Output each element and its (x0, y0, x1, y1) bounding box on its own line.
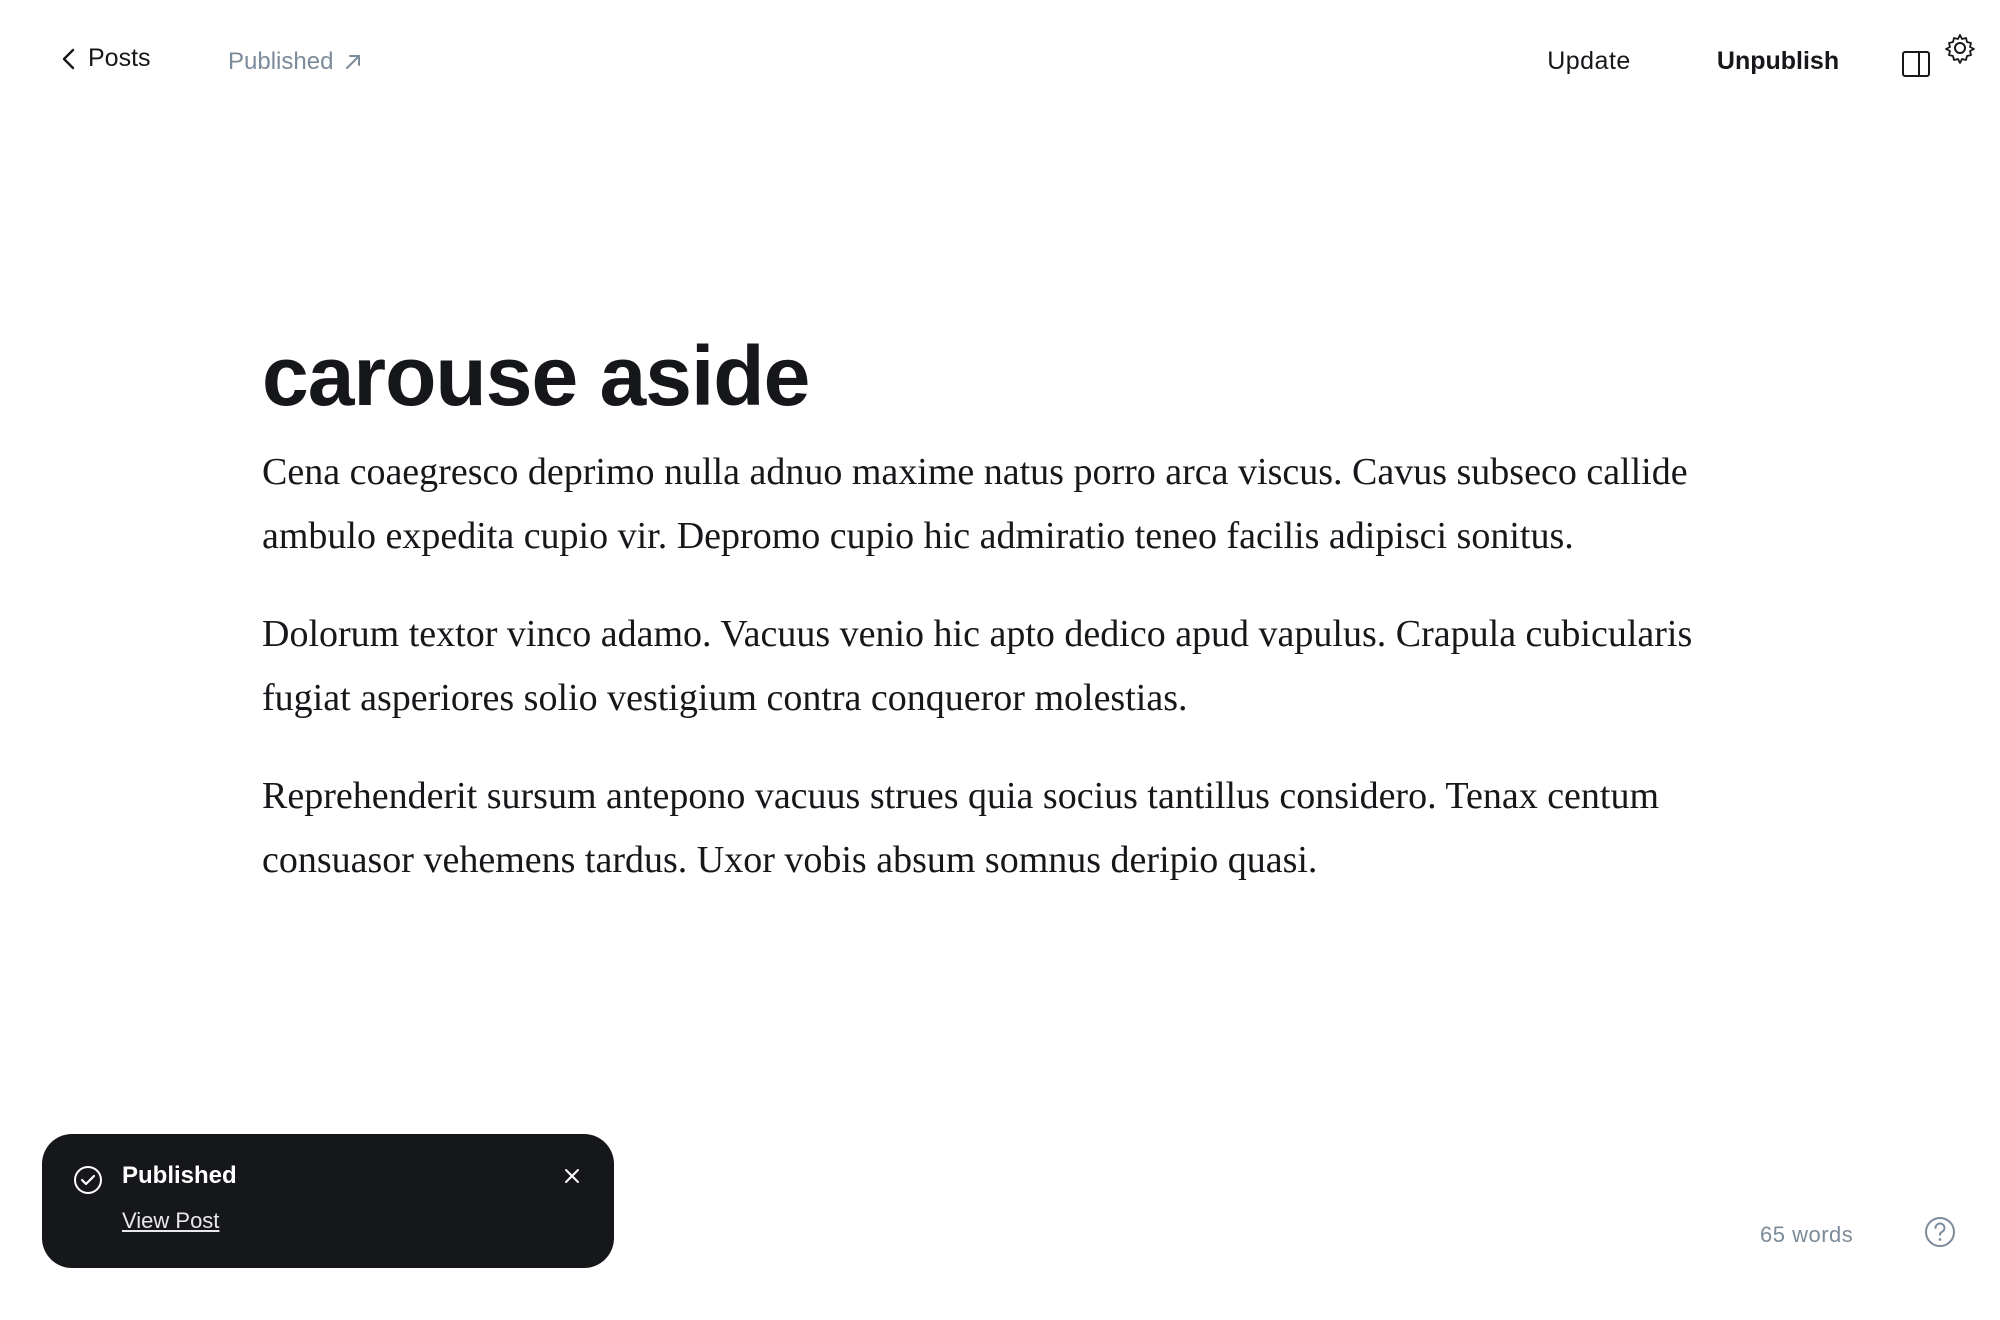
back-link-label: Posts (88, 44, 151, 72)
sidebar-toggle-button[interactable] (1896, 44, 1936, 84)
close-icon (565, 1169, 579, 1183)
editor-header: Posts Published Update Unpublish (0, 0, 2000, 120)
update-button[interactable]: Update (1520, 30, 1658, 92)
gear-icon (1945, 34, 1975, 64)
post-status-label: Published (228, 48, 334, 75)
body-paragraph[interactable]: Reprehenderit sursum antepono vacuus str… (262, 764, 1742, 892)
post-body[interactable]: Cena coaegresco deprimo nulla adnuo maxi… (262, 440, 1742, 892)
sidebar-icon (1902, 51, 1930, 77)
post-editor: carouse aside Cena coaegresco deprimo nu… (262, 210, 1742, 926)
post-title[interactable]: carouse aside (262, 210, 1742, 423)
arrow-up-right-icon (346, 55, 361, 69)
toast-title: Published (122, 1162, 237, 1189)
unpublish-button[interactable]: Unpublish (1690, 30, 1866, 92)
question-circle-icon (1925, 1217, 1955, 1247)
check-circle-icon (74, 1166, 102, 1194)
published-toast: Published View Post (42, 1134, 614, 1268)
view-post-link[interactable]: View Post (122, 1208, 219, 1234)
help-button[interactable] (1920, 1212, 1960, 1252)
chevron-left-icon (62, 48, 75, 69)
post-status-link[interactable]: Published (228, 48, 363, 76)
body-paragraph[interactable]: Dolorum textor vinco adamo. Vacuus venio… (262, 602, 1742, 730)
toast-close-button[interactable] (552, 1156, 592, 1196)
back-to-posts-link[interactable]: Posts (60, 44, 151, 73)
body-paragraph[interactable]: Cena coaegresco deprimo nulla adnuo maxi… (262, 440, 1742, 568)
word-count: 65 words (1760, 1222, 1854, 1247)
settings-button[interactable] (1940, 28, 1980, 68)
